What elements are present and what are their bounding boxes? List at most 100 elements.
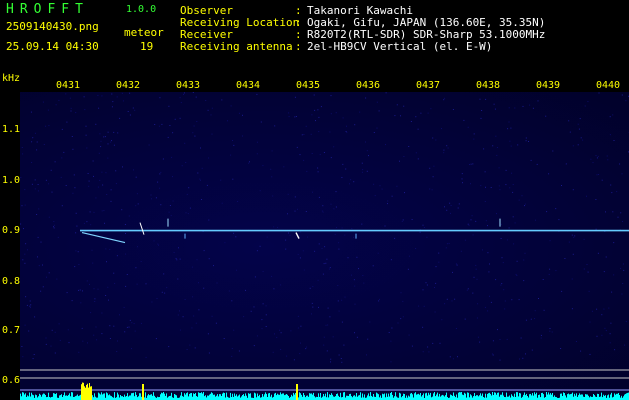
level-bar	[497, 392, 498, 400]
level-bar	[362, 393, 363, 400]
noise-speck	[509, 140, 511, 142]
noise-speck	[480, 185, 482, 187]
noise-speck	[568, 241, 570, 243]
noise-speck	[265, 314, 267, 316]
level-bar	[109, 394, 110, 400]
noise-speck	[396, 104, 398, 106]
noise-speck	[129, 319, 131, 321]
noise-speck	[525, 353, 526, 355]
noise-speck	[586, 264, 588, 265]
noise-speck	[444, 97, 446, 99]
noise-speck	[148, 144, 150, 146]
noise-speck	[362, 275, 364, 276]
level-bar	[518, 396, 519, 400]
level-bar	[390, 393, 391, 400]
level-bar	[430, 392, 431, 400]
noise-speck	[125, 253, 127, 255]
noise-speck	[538, 298, 539, 299]
noise-speck	[491, 353, 493, 355]
level-bar	[356, 393, 357, 400]
noise-speck	[404, 192, 405, 194]
level-bar	[301, 394, 302, 400]
noise-speck	[136, 193, 138, 195]
level-bar	[427, 395, 428, 400]
level-bar	[493, 395, 494, 400]
noise-speck	[211, 315, 213, 317]
level-bar	[565, 395, 566, 400]
noise-speck	[30, 306, 31, 308]
noise-speck	[341, 299, 343, 301]
noise-speck	[299, 154, 301, 156]
noise-speck	[22, 259, 24, 261]
level-bar	[569, 394, 570, 400]
noise-speck	[402, 316, 404, 318]
noise-speck	[495, 135, 497, 137]
noise-speck	[174, 118, 176, 120]
level-bar	[82, 382, 83, 400]
noise-speck	[198, 282, 199, 284]
level-bar	[349, 394, 350, 400]
level-bar	[36, 395, 37, 400]
level-bar	[243, 394, 244, 400]
noise-speck	[540, 337, 542, 339]
noise-speck	[25, 296, 27, 298]
noise-speck	[128, 215, 130, 217]
noise-speck	[155, 338, 157, 340]
noise-speck	[250, 310, 252, 312]
noise-speck	[501, 257, 503, 259]
noise-speck	[561, 185, 562, 186]
noise-speck	[95, 197, 97, 199]
noise-speck	[311, 302, 313, 304]
noise-speck	[411, 219, 413, 220]
noise-speck	[532, 107, 534, 109]
noise-speck	[587, 101, 589, 103]
noise-speck	[70, 110, 72, 112]
noise-speck	[443, 149, 445, 151]
noise-speck	[300, 342, 301, 344]
noise-speck	[506, 338, 508, 340]
level-bar	[437, 392, 438, 400]
noise-speck	[48, 272, 50, 274]
noise-speck	[613, 140, 615, 141]
noise-speck	[116, 96, 118, 98]
level-bar	[89, 383, 90, 400]
noise-speck	[54, 161, 56, 163]
level-bar	[343, 392, 344, 400]
noise-speck	[611, 291, 613, 293]
noise-speck	[464, 318, 466, 320]
time-tick-label: 0438	[475, 80, 501, 91]
noise-speck	[110, 141, 112, 143]
level-bar	[376, 392, 377, 400]
noise-speck	[55, 104, 57, 106]
noise-speck	[21, 205, 23, 207]
noise-speck	[227, 120, 228, 122]
level-bar	[175, 394, 176, 400]
level-bar	[433, 393, 434, 400]
level-bar	[348, 396, 349, 400]
level-bar	[380, 395, 381, 400]
level-bar	[538, 395, 539, 400]
noise-speck	[71, 300, 73, 302]
noise-speck	[297, 315, 299, 317]
noise-speck	[198, 309, 200, 311]
noise-speck	[22, 153, 24, 155]
noise-speck	[74, 266, 76, 268]
noise-speck	[109, 248, 111, 250]
level-bar	[318, 393, 319, 400]
noise-speck	[318, 306, 319, 308]
noise-speck	[31, 183, 33, 185]
info-colon-2: :	[295, 16, 302, 29]
noise-speck	[510, 127, 512, 129]
noise-speck	[346, 125, 347, 127]
noise-speck	[555, 270, 557, 272]
level-bar	[125, 396, 126, 400]
noise-speck	[571, 278, 573, 280]
noise-speck	[311, 313, 312, 315]
noise-speck	[500, 223, 502, 225]
noise-speck	[88, 180, 90, 182]
noise-speck	[265, 305, 267, 307]
noise-speck	[454, 298, 456, 300]
level-bar	[508, 396, 509, 400]
noise-speck	[457, 356, 458, 358]
noise-speck	[50, 169, 52, 171]
